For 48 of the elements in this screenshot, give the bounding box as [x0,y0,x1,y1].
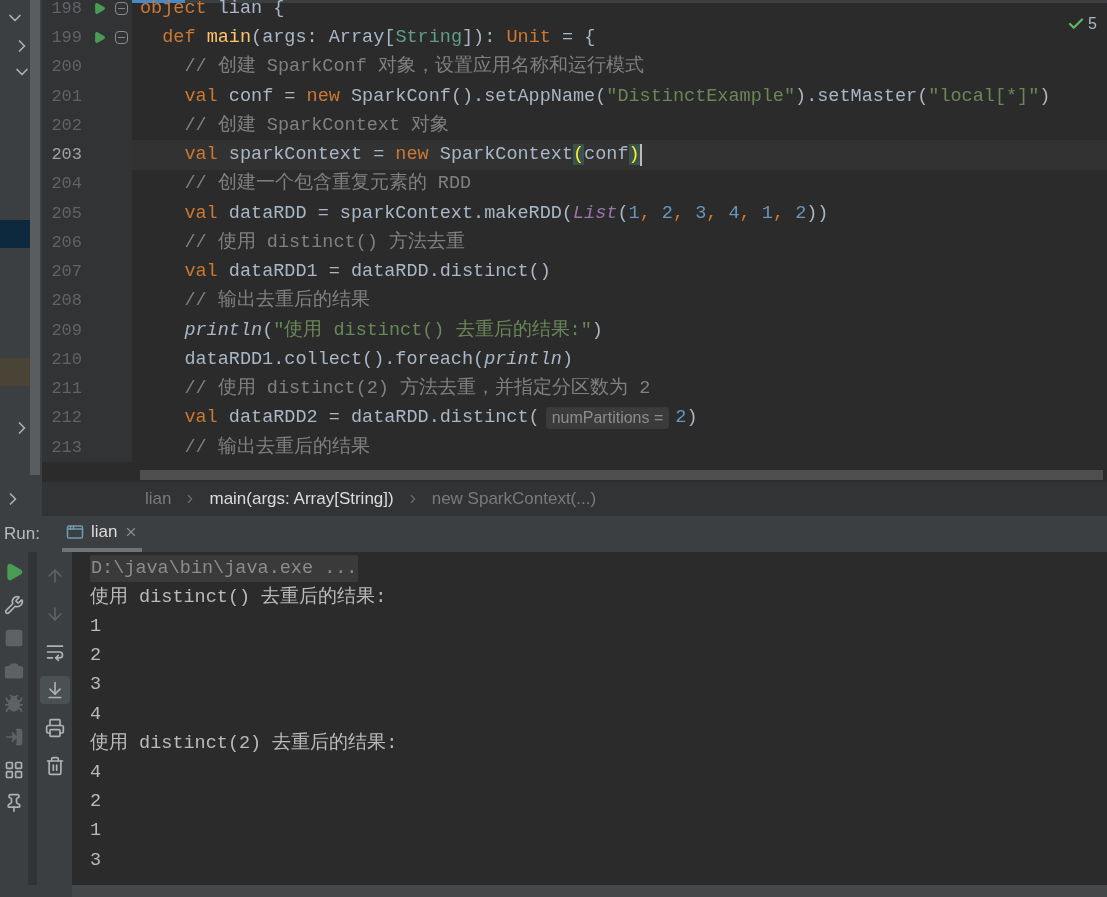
code-line: 2) [675,406,698,431]
code-line: def main(args: Array[String]): Unit = { [161,26,596,50]
text-cursor [639,143,642,166]
console-output: 3 [90,848,102,873]
parameter-hint: numPartitions = [545,407,670,430]
code-line: // 输出去重后的结果 [183,435,370,460]
code-line: // 创建一个包含重复元素的 RDD [183,171,472,197]
list-highlight [0,358,30,386]
console-output: 4 [90,702,102,727]
run-icon[interactable] [92,2,106,16]
console-output: 1 [90,819,102,844]
scroll-to-end-icon[interactable] [39,676,70,704]
code-line: val dataRDD1 = dataRDD.distinct() [183,260,551,284]
code-line: // 创建 SparkContext 对象 [183,113,450,138]
code-line: val sparkContext = new SparkContext(conf) [183,143,640,167]
code-line: val conf = new SparkConf().setAppName("DistinctExample").setMaster("local[*]") [183,84,1051,109]
breadcrumb[interactable]: main(args: Array[String]) [209,486,394,512]
code-line: val dataRDD2 = dataRDD.distinct( [183,406,540,431]
console-output: 4 [90,761,102,786]
console-output: 使用 distinct(2) 去重后的结果: [90,731,398,756]
code-line: // 使用 distinct(2) 方法去重，并指定分区数为 2 [183,376,651,401]
horizontal-scrollbar[interactable] [72,885,1107,897]
run-label: Run: [3,523,41,546]
console-output: 2 [90,790,102,815]
code-line: dataRDD1.collect().foreach(println) [183,347,573,372]
layout-icon[interactable] [4,760,24,780]
code-line: // 输出去重后的结果 [183,288,370,314]
inspection-count[interactable]: 5 [1088,12,1097,36]
line-number: 203 [50,144,82,167]
console-output: 2 [90,644,102,669]
window-icon [66,523,84,541]
run-icon[interactable] [92,31,106,45]
run-icon[interactable] [4,562,24,582]
fold-icon[interactable] [114,2,128,16]
horizontal-scrollbar[interactable] [140,470,1103,480]
code-line: object lian { [140,0,285,21]
code-line: println("使用 distinct() 去重后的结果:") [183,318,603,343]
code-line: val dataRDD = sparkContext.makeRDD(List(1, 2, 3, 4, 1, 2)) [183,201,829,226]
console-output: 使用 distinct() 去重后的结果: [90,585,387,610]
code-line: // 创建 SparkConf 对象，设置应用名称和运行模式 [183,54,644,80]
vertical-scrollbar[interactable] [30,0,40,475]
list-highlight [0,220,30,248]
pin-icon[interactable] [4,793,24,813]
fold-icon[interactable] [114,31,128,45]
console-output: 1 [90,615,102,640]
code-line: // 使用 distinct() 方法去重 [183,230,465,255]
wrench-icon[interactable] [4,595,24,615]
console-output: 3 [90,673,102,698]
